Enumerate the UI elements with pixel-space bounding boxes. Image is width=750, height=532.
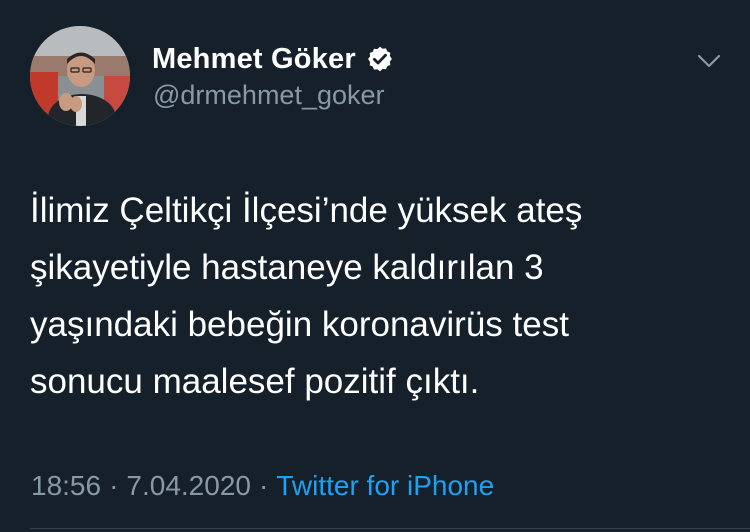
verified-badge-icon [367,46,392,72]
meta-separator: · [258,470,269,501]
chevron-down-icon[interactable] [694,46,724,76]
divider [30,528,750,529]
avatar[interactable] [30,26,130,126]
meta-separator: · [109,470,119,501]
author-handle[interactable]: @drmehmet_goker [153,80,385,111]
tweet-meta: 18:56 · 7.04.2020 · Twitter for iPhone [31,470,494,502]
tweet-source-link[interactable]: Twitter for iPhone [276,470,494,501]
tweet-time[interactable]: 18:56 [31,470,101,501]
author-name-row: Mehmet Göker [152,42,394,76]
display-name[interactable]: Mehmet Göker [152,43,356,76]
profile-photo [30,26,130,126]
tweet-date[interactable]: 7.04.2020 [126,470,251,501]
tweet-text: İlimiz Çeltikçi İlçesi’nde yüksek ateş ş… [30,191,583,401]
tweet-card: Mehmet Göker @drmehmet_goker İlimiz Çelt… [0,0,750,532]
